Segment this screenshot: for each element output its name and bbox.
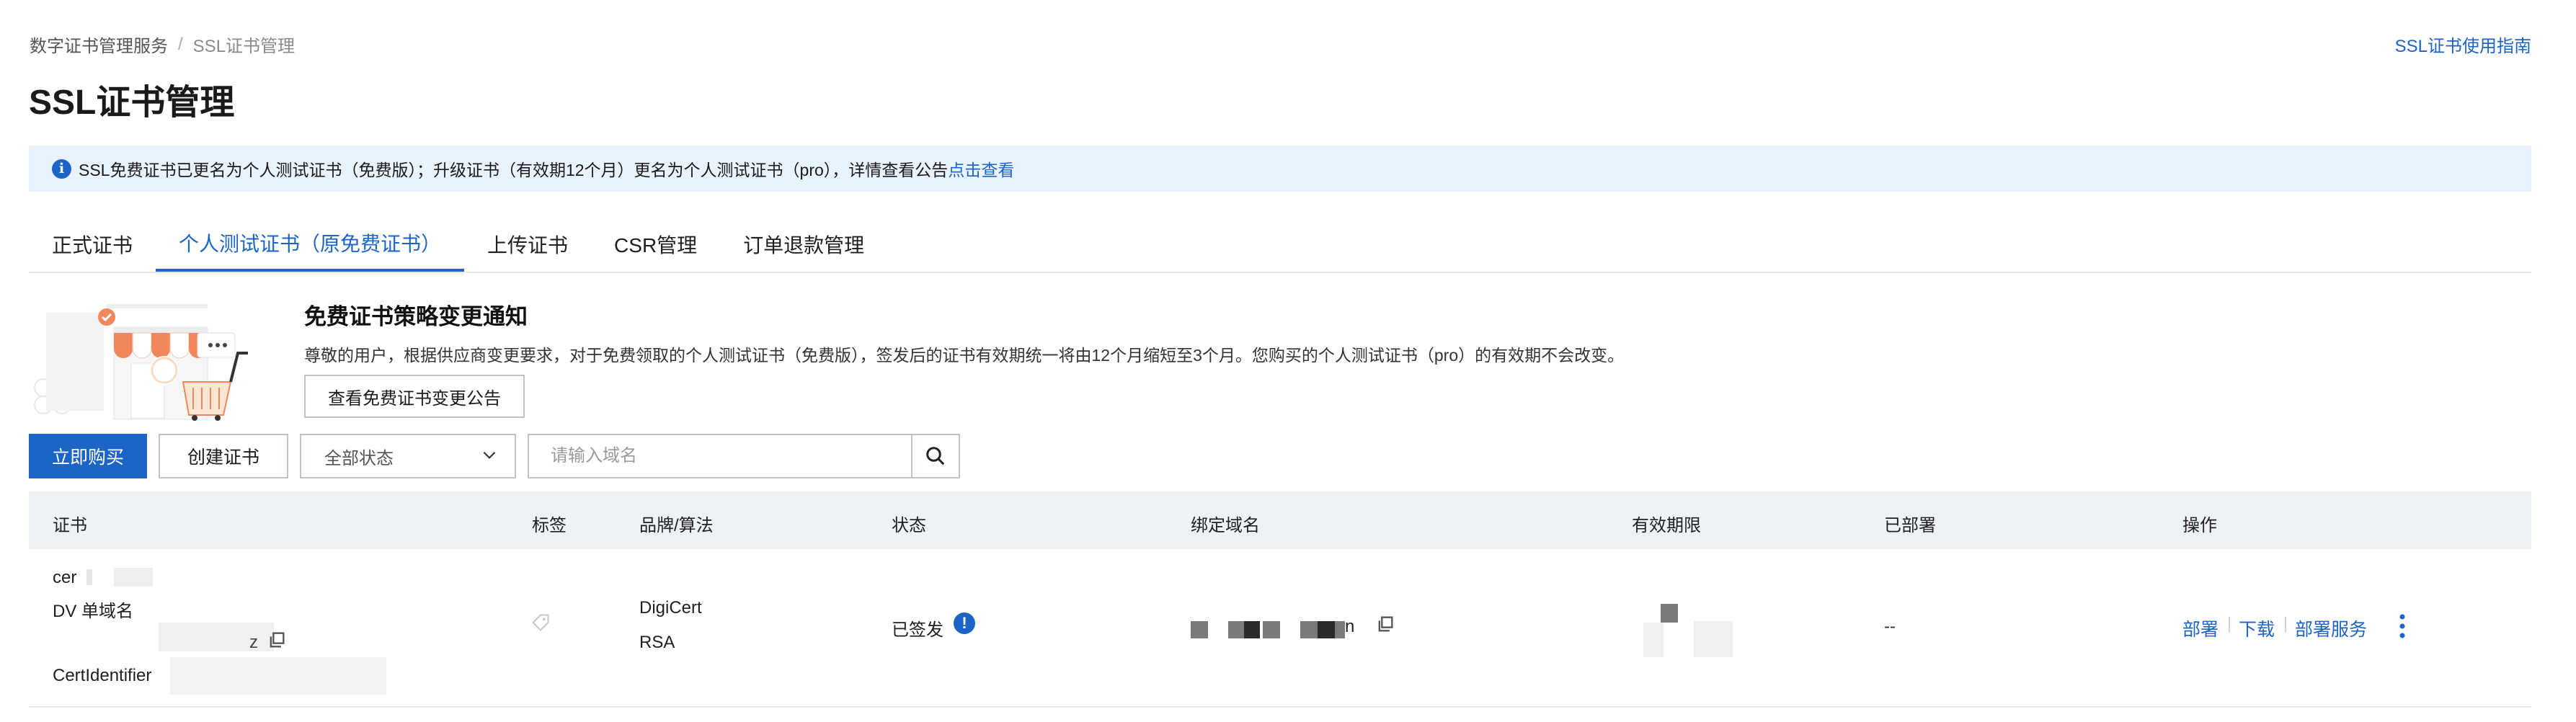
redacted-block [114,568,153,587]
column-header-actions: 操作 [2182,516,2217,535]
shop-illustration-icon [34,304,248,421]
column-header-brand: 品牌/算法 [639,516,714,535]
redacted-block [1643,623,1664,657]
redacted-block [1228,621,1244,638]
status-text: 已签发 [892,620,943,640]
column-header-deployed: 已部署 [1884,516,1936,535]
algorithm: RSA [639,633,675,652]
copy-icon[interactable] [1375,614,1395,634]
download-link[interactable]: 下载 [2239,615,2275,641]
redacted-block [86,569,92,585]
redacted-block [1244,621,1260,638]
column-header-cert: 证书 [53,516,87,535]
notice-text: SSL免费证书已更名为个人测试证书（免费版）；升级证书（有效期12个月）更名为个… [79,161,949,179]
redacted-block [1300,621,1318,638]
tag-icon[interactable] [530,612,551,633]
breadcrumb-separator: / [178,34,183,54]
column-header-validity: 有效期限 [1632,516,1701,535]
cert-name[interactable]: cer [53,568,76,588]
notice-bar: i SSL免费证书已更名为个人测试证书（免费版）；升级证书（有效期12个月）更名… [29,146,2531,192]
copy-icon[interactable] [267,630,287,650]
table-row: cer DV 单域名 z CertIdentifier DigiCert RSA… [29,549,2531,708]
redacted-block [1191,621,1208,638]
create-cert-button[interactable]: 创建证书 [159,434,288,478]
more-actions-icon[interactable] [2397,612,2407,640]
breadcrumb-parent[interactable]: 数字证书管理服务 [30,32,168,57]
redacted-block [1318,621,1335,638]
status-alert-icon[interactable]: ! [954,612,975,634]
breadcrumb: 数字证书管理服务 / SSL证书管理 [30,32,295,57]
search-button[interactable] [911,435,959,477]
column-header-tag: 标签 [532,516,567,535]
domain-suffix: n [1345,617,1355,636]
status-select[interactable]: 全部状态 [300,434,516,478]
tab-upload-cert[interactable]: 上传证书 [464,216,591,272]
tab-formal-cert[interactable]: 正式证书 [29,216,156,272]
chevron-down-icon [483,451,496,459]
tab-personal-test-cert[interactable]: 个人测试证书（原免费证书） [156,216,465,272]
search-icon [926,447,945,465]
redacted-block [1335,621,1345,638]
redacted-block [1263,621,1280,638]
domain-search [528,434,960,478]
deploy-service-link[interactable]: 部署服务 [2295,615,2367,641]
notice-link[interactable]: 点击查看 [948,156,1014,181]
redacted-block [170,657,386,695]
cert-type: DV 单域名 [53,602,134,621]
status-select-value: 全部状态 [324,448,394,468]
announcement-title: 免费证书策略变更通知 [304,304,528,329]
tab-bar: 正式证书 个人测试证书（原免费证书） 上传证书 CSR管理 订单退款管理 [29,216,2531,273]
cert-identifier-label: CertIdentifier [53,666,152,685]
domain-search-input[interactable] [529,435,911,477]
view-announcement-button[interactable]: 查看免费证书变更公告 [304,375,525,418]
deploy-link[interactable]: 部署 [2182,615,2219,641]
guide-link[interactable]: SSL证书使用指南 [2395,32,2531,57]
tab-refund[interactable]: 订单退款管理 [720,216,887,272]
info-icon: i [52,159,71,179]
buy-now-button[interactable]: 立即购买 [29,434,147,478]
action-divider [2229,617,2230,633]
cert-id-suffix: z [249,633,258,652]
deployed-value: -- [1884,617,1896,636]
column-header-status: 状态 [892,516,926,535]
brand: DigiCert [639,598,702,618]
column-header-domain: 绑定域名 [1191,516,1260,535]
breadcrumb-current: SSL证书管理 [192,37,296,56]
redacted-block [1661,604,1678,623]
action-divider [2285,617,2286,633]
tab-csr[interactable]: CSR管理 [591,216,720,272]
table-header: 证书 标签 品牌/算法 状态 绑定域名 有效期限 已部署 操作 [29,491,2531,549]
page-title: SSL证书管理 [29,84,235,122]
announcement-body: 尊敬的用户，根据供应商变更要求，对于免费领取的个人测试证书（免费版），签发后的证… [304,346,1625,365]
redacted-block [1694,621,1733,657]
